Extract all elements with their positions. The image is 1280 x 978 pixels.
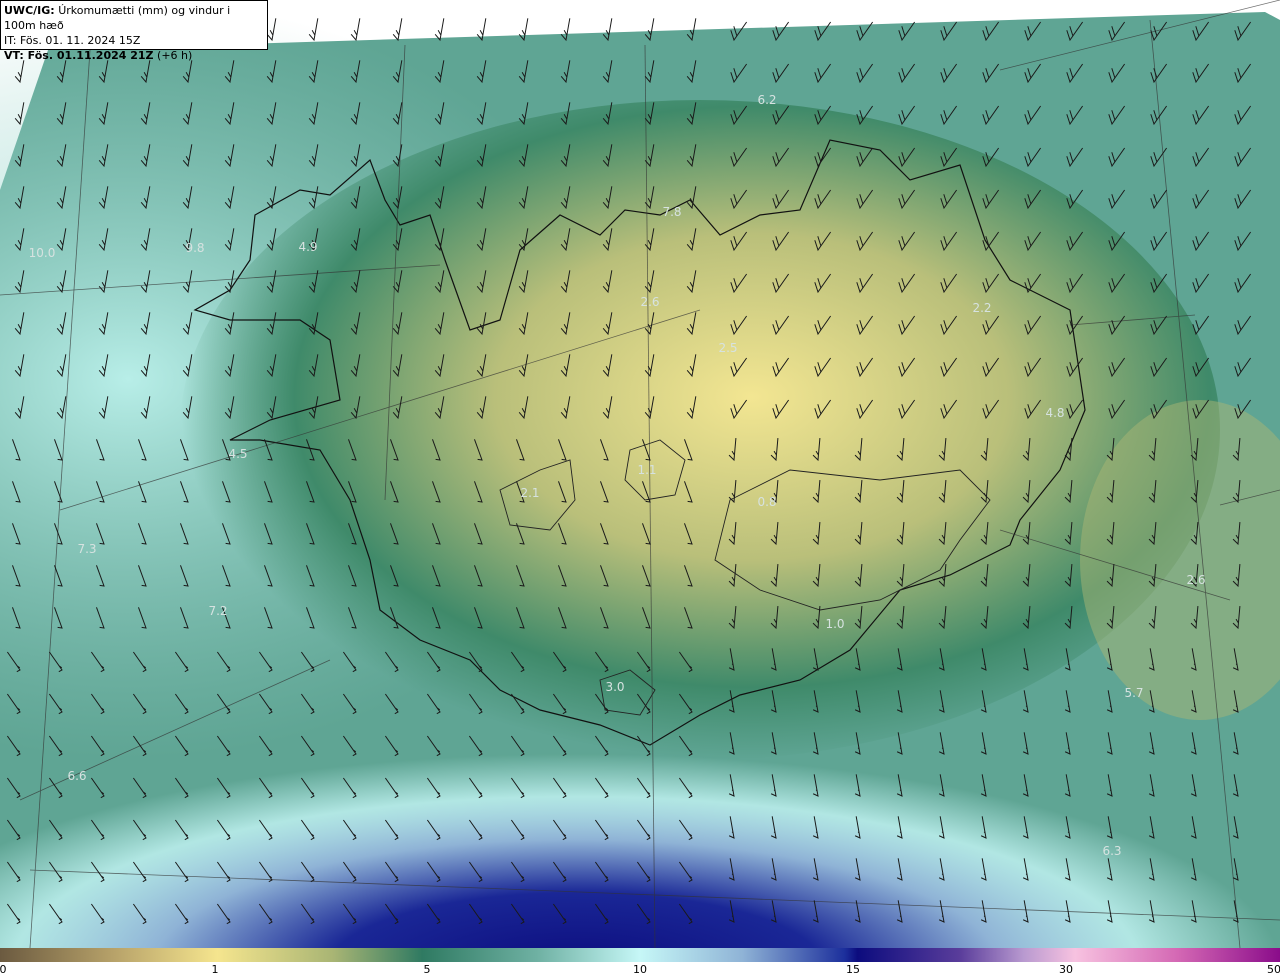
value-label: 2.5 <box>718 341 737 355</box>
value-label: 2.2 <box>972 301 991 315</box>
weather-map: 6.2 10.0 9.8 4.9 7.8 2.6 2.5 2.2 4.8 4.5 2.1 1.1 0.8… <box>0 0 1280 948</box>
colorbar-ticks: 0 1 5 10 15 30 50 <box>0 962 1280 978</box>
valid-time: VT: Fös. 01.11.2024 21Z <box>4 49 154 62</box>
value-label: 7.3 <box>77 542 96 556</box>
value-label: 0.8 <box>757 495 776 509</box>
value-label: 1.0 <box>825 617 844 631</box>
value-label: 4.5 <box>228 447 247 461</box>
colorbar <box>0 948 1280 962</box>
initial-time: IT: Fös. 01. 11. 2024 15Z <box>4 34 141 47</box>
value-label: 7.8 <box>662 205 681 219</box>
value-label: 4.9 <box>298 240 317 254</box>
value-label: 2.6 <box>640 295 659 309</box>
value-label: 4.8 <box>1045 406 1064 420</box>
value-label: 1.1 <box>637 463 656 477</box>
value-label: 6.6 <box>67 769 86 783</box>
value-label: 6.3 <box>1102 844 1121 858</box>
value-label: 3.0 <box>605 680 624 694</box>
value-label: 2.6 <box>1186 573 1205 587</box>
valid-offset: (+6 h) <box>157 49 193 62</box>
colorbar-tick: 30 <box>1059 963 1073 976</box>
colorbar-tick: 10 <box>633 963 647 976</box>
value-label: 6.2 <box>757 93 776 107</box>
colorbar-tick: 50 <box>1267 963 1280 976</box>
value-label: 5.7 <box>1124 686 1143 700</box>
value-label: 10.0 <box>29 246 56 260</box>
map-title-box: UWC/IG: Úrkomumætti (mm) og vindur i 100… <box>0 0 268 62</box>
colorbar-tick: 0 <box>0 963 7 976</box>
colorbar-tick: 5 <box>423 963 431 976</box>
value-label: 2.1 <box>520 486 539 500</box>
model-name: UWC/IG: <box>4 4 55 17</box>
colorbar-tick: 15 <box>846 963 860 976</box>
value-label: 7.2 <box>208 604 227 618</box>
value-label: 9.8 <box>185 241 204 255</box>
colorbar-tick: 1 <box>211 963 219 976</box>
